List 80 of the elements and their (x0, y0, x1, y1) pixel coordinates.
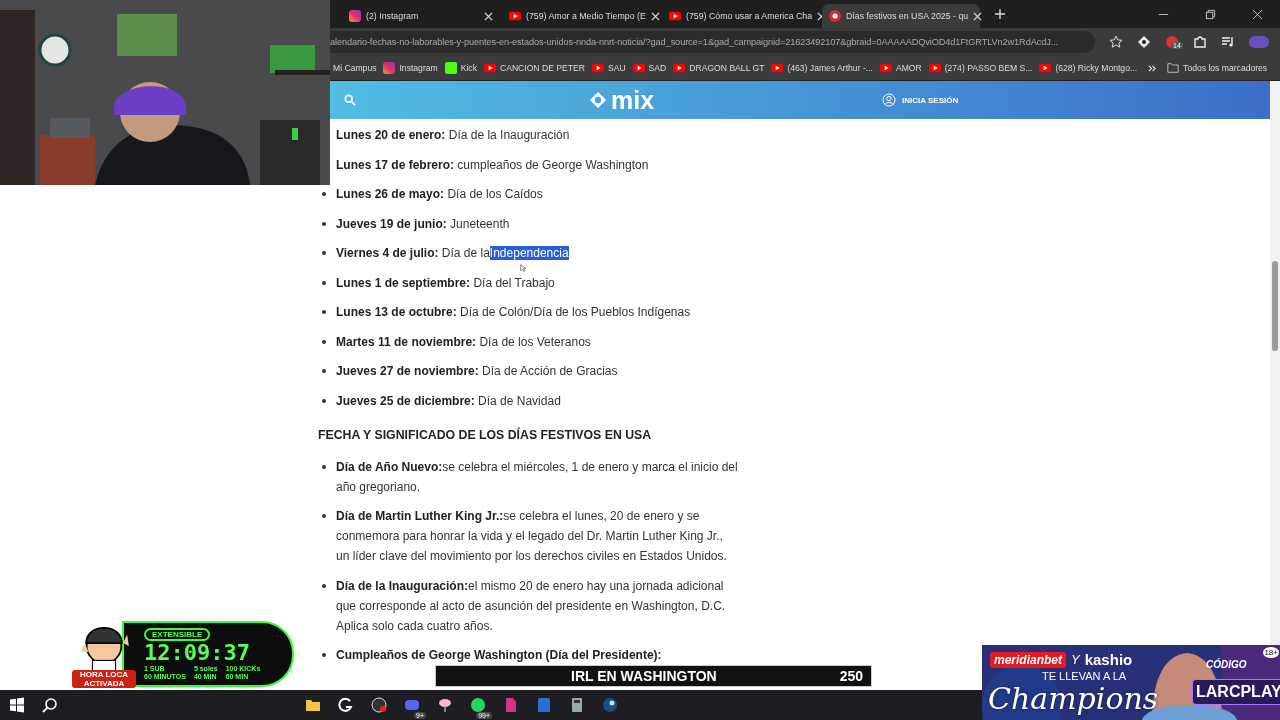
play-icon (509, 10, 521, 22)
play-icon (669, 10, 681, 22)
flower-icon (436, 697, 453, 713)
bookmark-folder[interactable]: Todos los marcadores (1167, 62, 1268, 74)
brand-logo: kashio (1084, 651, 1133, 668)
bookmark[interactable]: (463) James Arthur -... (771, 62, 873, 74)
close-icon[interactable] (650, 11, 660, 21)
document-icon (535, 697, 552, 713)
windows-icon (8, 697, 25, 713)
list-item: Cumpleaños de George Washington (Día del Presidente): (336, 647, 662, 664)
list-item: Lunes 1 de septiembre: Día del Trabajo (336, 274, 555, 292)
bookmark[interactable]: Mi Campus (333, 63, 377, 73)
bookmark[interactable]: (628) Ricky Montgo... (1039, 62, 1138, 74)
ad-text: Y (1071, 652, 1080, 667)
list-item: Martes 11 de noviembre: Día de los Veteranos (336, 333, 591, 351)
play-icon (483, 62, 496, 74)
media-icon[interactable] (1221, 35, 1235, 49)
address-field[interactable]: alendario-fechas-no-laborables-y-puentes-en-estados-unidos-nnda-nnrt-noticia/?gad_source=1&gad_campaignid=21623492107&gbraid=0AAAAADQviOD4d1FtGRTLVn2w1RdAcdJ... (330, 31, 1095, 53)
bookmark[interactable]: DRAGON BALL GT (673, 62, 765, 74)
bookmark[interactable]: Instagram (383, 62, 438, 74)
site-icon (829, 10, 841, 22)
search-icon (41, 697, 58, 713)
chevron-icon[interactable] (1148, 63, 1158, 73)
bookmark[interactable]: CANCION DE PETER (483, 62, 585, 74)
bookmark[interactable]: AMOR (879, 62, 922, 74)
swirl-icon (337, 697, 354, 713)
ad-text: TE LLEVAN A LA (1042, 670, 1127, 682)
list-item: Lunes 20 de enero: Día de la Inauguración (336, 127, 570, 144)
list-item: Día de Año Nuevo:se celebra el miércoles, 1 de enero y marca el inicio del año gregoriano. (336, 458, 738, 496)
play-icon (771, 62, 784, 74)
kick-icon (444, 62, 457, 74)
list-item: Día de la Inauguración:el mismo 20 de enero hay una jornada adicional que corresponde al acto de asunción del presidente en Washington, D.C. Aplica solo cada cuatro años. (336, 577, 727, 635)
close-icon[interactable] (484, 11, 493, 21)
bookmark[interactable]: (274) PASSO BEM S... (928, 62, 1033, 74)
list-item: Lunes 13 de octubre: Día de Colón/Día de los Pueblos Indígenas (336, 304, 691, 321)
record-icon (370, 697, 387, 713)
list-item: Jueves 19 de junio: Juneteenth (336, 215, 510, 233)
timer-clock: 12:09:37 (144, 640, 250, 665)
browser-tab[interactable]: (2) Instagram (342, 4, 500, 28)
restore-icon[interactable] (1205, 8, 1216, 20)
user-icon (882, 93, 897, 107)
scrollbar-thumb[interactable] (1272, 261, 1278, 351)
star-icon[interactable] (1109, 35, 1123, 49)
timer-tag: EXTENSIBLE (144, 627, 211, 641)
close-icon[interactable] (1252, 8, 1263, 20)
logo-icon (589, 91, 607, 109)
list-item: Jueves 25 de diciembre: Día de Navidad (336, 392, 561, 410)
bookmark[interactable]: Kick (444, 62, 477, 74)
play-icon (928, 62, 941, 74)
close-icon[interactable] (973, 11, 983, 21)
folder-icon (1167, 62, 1180, 74)
browser-tab[interactable]: (759) Amor a Medio Tiempo (E (502, 4, 660, 28)
stamp-label: HORA LOCA ACTIVADA (72, 670, 136, 688)
section-heading: FECHA Y SIGNIFICADO DE LOS DÍAS FESTIVOS EN USA (318, 426, 653, 444)
play-icon (879, 62, 892, 74)
list-item: Día de Martin Luther King Jr.:se celebra el lunes, 20 de enero y se conmemora para honrar la vida y el legado del Dr. Martin Luther King Jr., un líder clave del movimiento por los derechos civiles en Estados Unidos. (336, 508, 728, 565)
banner-count: 250 (839, 668, 863, 684)
banner-title: IRL EN WASHINGTON (571, 668, 717, 684)
list-item: Lunes 26 de mayo: Día de los Caídos (336, 186, 543, 203)
login-link[interactable]: INICIA SESIÓN (882, 93, 959, 107)
bookmark[interactable]: SAD (632, 62, 667, 74)
phone-icon (469, 697, 486, 713)
play-icon (673, 62, 686, 74)
list-item: Jueves 27 de noviembre: Día de Acción de Gracias (336, 363, 618, 380)
app-icon (601, 697, 618, 713)
instagram-icon (383, 62, 396, 74)
folder-icon (304, 697, 321, 713)
extension-icon[interactable] (1137, 35, 1151, 49)
ad-text: CÓDIGO (1206, 659, 1247, 670)
bookmark[interactable]: SAU (591, 62, 626, 74)
instagram-icon (349, 10, 361, 22)
cursor-icon (520, 264, 526, 272)
play-icon (1039, 62, 1052, 74)
list-item: Lunes 17 de febrero: cumpleaños de George Washington (336, 156, 649, 174)
chat-icon (403, 697, 420, 713)
play-icon (591, 62, 604, 74)
play-icon (632, 62, 645, 74)
new-tab-icon[interactable] (994, 8, 1006, 20)
browser-tab[interactable]: Días festivos en USA 2025 - qu (822, 4, 980, 28)
age-badge: 18+ (1263, 647, 1279, 658)
